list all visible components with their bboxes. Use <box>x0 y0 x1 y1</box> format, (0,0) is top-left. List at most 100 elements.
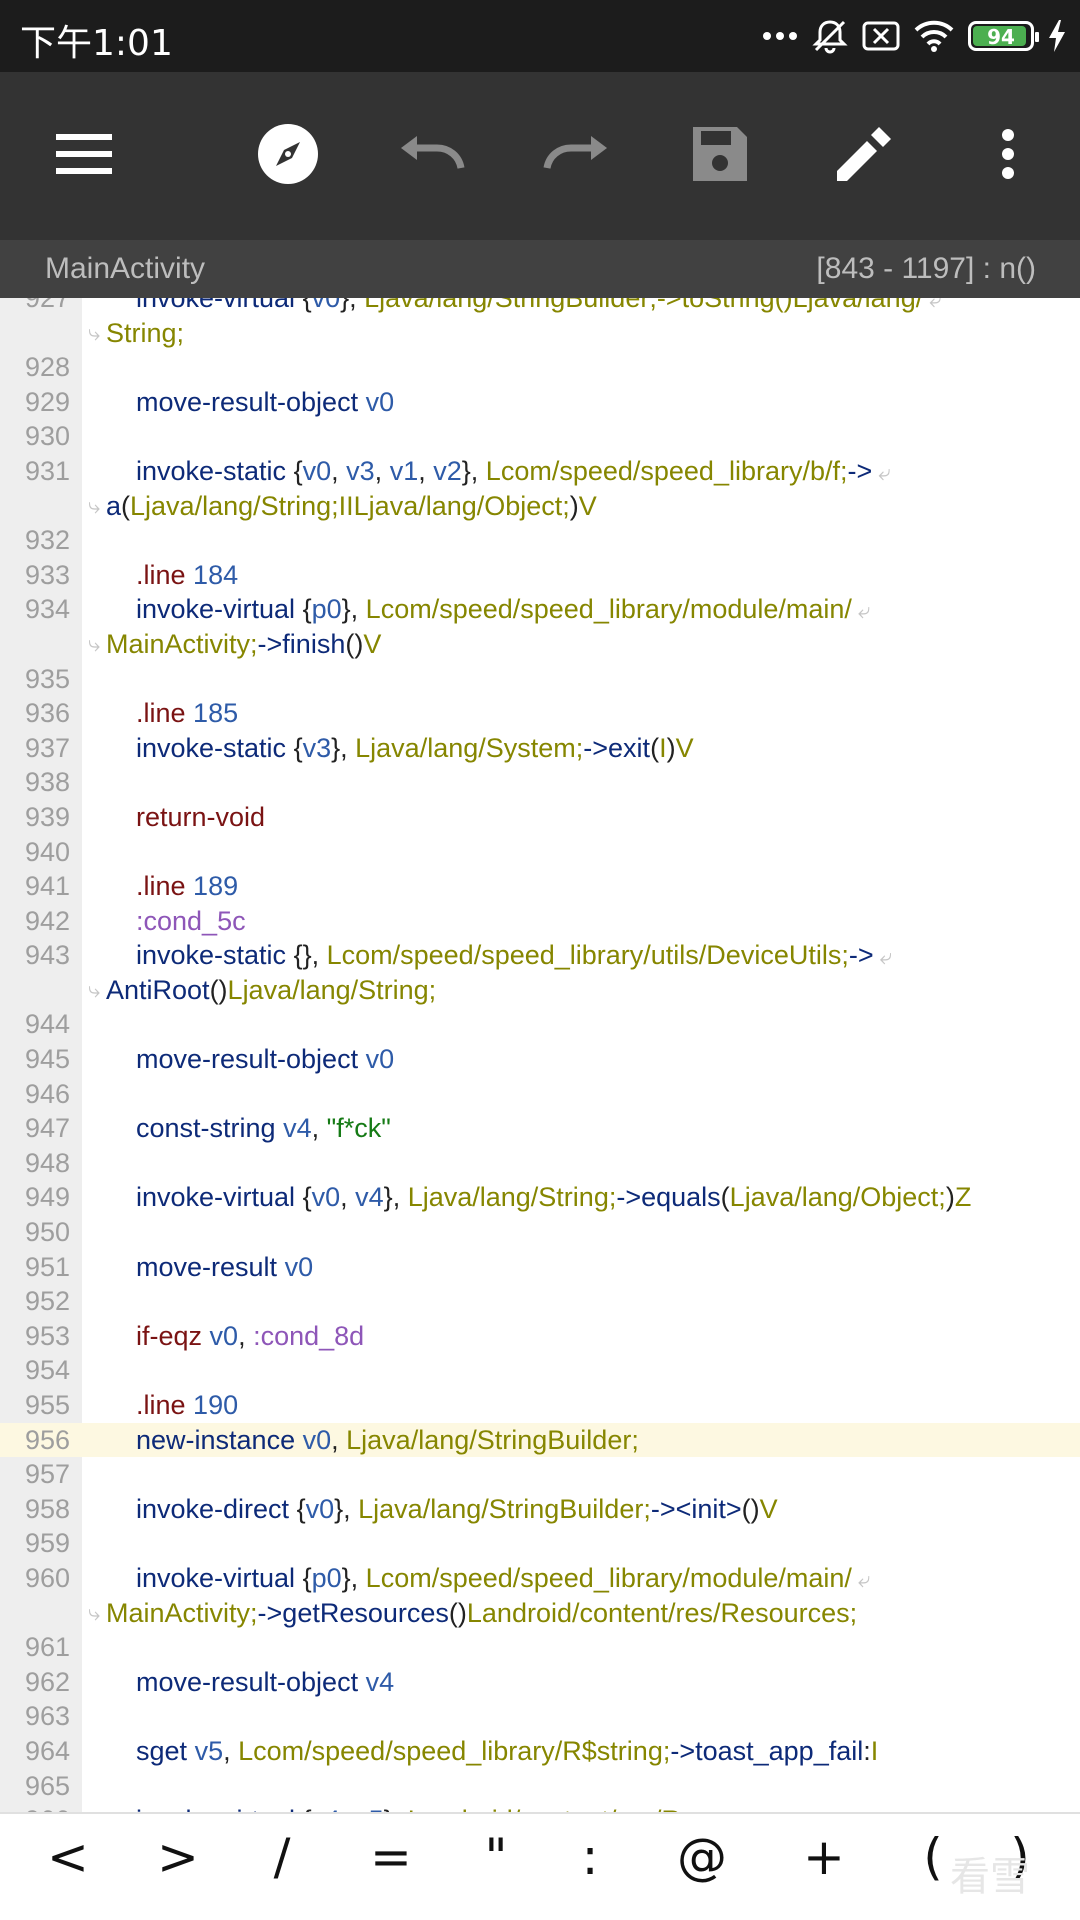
menu-button[interactable] <box>24 72 144 240</box>
code-line[interactable]: 966 invoke-virtual {v4, v5}, Landroid/con… <box>0 1803 1080 1812</box>
code-text: sget v5, Lcom/speed/speed_library/R$stri… <box>136 1734 878 1769</box>
line-number: 927 <box>24 298 70 313</box>
code-token: a <box>106 490 122 521</box>
code-line[interactable]: 949 invoke-virtual {v0, v4}, Ljava/lang/S… <box>0 1180 1080 1215</box>
symbol-key[interactable]: < <box>18 1828 118 1886</box>
symbol-key[interactable]: + <box>774 1828 874 1886</box>
code-token: , <box>418 455 434 486</box>
code-token: -><init> <box>650 1493 742 1524</box>
code-token: Ljava/lang/String; <box>227 974 437 1005</box>
code-line[interactable]: 931 invoke-static {v0, v3, v1, v2}, Lcom/… <box>0 454 1080 489</box>
code-token: Z <box>954 1182 972 1213</box>
more-vert-icon <box>1001 128 1015 185</box>
code-line[interactable]: 942:cond_5c <box>0 904 1080 939</box>
more-options-button[interactable] <box>948 72 1068 240</box>
code-line[interactable]: 940 <box>0 835 1080 870</box>
wifi-icon <box>914 20 954 52</box>
code-token: }, <box>384 1805 408 1812</box>
symbol-key[interactable]: = <box>341 1828 441 1886</box>
code-line[interactable]: 941 .line 189 <box>0 869 1080 904</box>
code-token: v0 <box>311 298 341 313</box>
code-token: }, <box>340 298 365 313</box>
redo-button[interactable] <box>516 72 636 240</box>
code-line[interactable]: 930 <box>0 419 1080 454</box>
edit-button[interactable] <box>804 72 924 240</box>
code-token: p0 <box>311 594 342 625</box>
code-token: invoke-virtual <box>136 594 296 625</box>
code-line[interactable]: 938 <box>0 765 1080 800</box>
line-number: 939 <box>24 801 70 832</box>
code-line[interactable]: 944 <box>0 1007 1080 1042</box>
code-line[interactable]: 937 invoke-static {v3}, Ljava/lang/System… <box>0 731 1080 766</box>
code-line[interactable]: ⤷ MainActivity;->finish()V <box>0 627 1080 662</box>
code-token: v0 <box>284 1251 314 1282</box>
code-token: :cond_5c <box>136 905 246 936</box>
code-line[interactable]: 959 <box>0 1526 1080 1561</box>
file-info-bar: MainActivity [843 - 1197] : n() <box>0 240 1080 298</box>
symbol-key[interactable]: " <box>446 1828 546 1886</box>
code-token: {}, <box>286 940 327 971</box>
code-line[interactable]: 955 .line 190 <box>0 1388 1080 1423</box>
code-token: () <box>209 974 228 1005</box>
code-line[interactable]: ⤷ String; <box>0 316 1080 351</box>
code-line[interactable]: 943 invoke-static {}, Lcom/speed/speed_li… <box>0 938 1080 973</box>
code-line[interactable]: ⤷ MainActivity;->getResources()Landroid/c… <box>0 1596 1080 1631</box>
code-line[interactable]: 965 <box>0 1769 1080 1804</box>
code-token: p0 <box>311 1562 342 1593</box>
code-text: invoke-virtual {v4, v5}, Landroid/conten… <box>136 1803 681 1812</box>
code-line[interactable]: 933 .line 184 <box>0 558 1080 593</box>
navigate-button[interactable] <box>228 72 348 240</box>
code-token: }, <box>341 1562 366 1593</box>
symbol-key[interactable]: / <box>232 1828 332 1886</box>
sim-off-icon <box>862 21 900 51</box>
code-token: ) <box>666 732 676 763</box>
code-line[interactable]: 935 <box>0 662 1080 697</box>
code-token: , <box>331 1424 347 1455</box>
code-line[interactable]: 957 <box>0 1457 1080 1492</box>
code-line[interactable]: 960 invoke-virtual {p0}, Lcom/speed/speed… <box>0 1561 1080 1596</box>
code-line[interactable]: 928 <box>0 350 1080 385</box>
code-line[interactable]: 927 invoke-virtual {v0}, Ljava/lang/Strin… <box>0 298 1080 316</box>
code-editor[interactable]: 927 invoke-virtual {v0}, Ljava/lang/Strin… <box>0 298 1080 1812</box>
symbol-key[interactable]: : <box>540 1828 640 1886</box>
code-line[interactable]: 953 if-eqz v0, :cond_8d <box>0 1319 1080 1354</box>
symbol-key[interactable]: > <box>128 1828 228 1886</box>
code-line[interactable]: 954 <box>0 1353 1080 1388</box>
code-line[interactable]: 961 <box>0 1630 1080 1665</box>
symbol-key[interactable]: @ <box>652 1828 752 1886</box>
code-line[interactable]: 964 sget v5, Lcom/speed/speed_library/R$s… <box>0 1734 1080 1769</box>
code-line[interactable]: ⤷ AntiRoot()Ljava/lang/String; <box>0 973 1080 1008</box>
code-line[interactable]: 963 <box>0 1699 1080 1734</box>
code-line[interactable]: 929 move-result-object v0 <box>0 385 1080 420</box>
code-token: , <box>223 1735 239 1766</box>
code-line[interactable]: 947 const-string v4, "f*ck" <box>0 1111 1080 1146</box>
code-line[interactable]: 936 .line 185 <box>0 696 1080 731</box>
code-text: invoke-virtual {p0}, Lcom/speed/speed_li… <box>136 592 870 629</box>
line-number: 941 <box>24 871 70 902</box>
code-line[interactable]: 951 move-result v0 <box>0 1250 1080 1285</box>
code-line[interactable]: 932 <box>0 523 1080 558</box>
line-number: 947 <box>24 1113 70 1144</box>
code-line[interactable]: 956 new-instance v0, Ljava/lang/StringBui… <box>0 1422 1080 1458</box>
code-line[interactable]: 945 move-result-object v0 <box>0 1042 1080 1077</box>
undo-button[interactable] <box>372 72 492 240</box>
code-line[interactable]: 962 move-result-object v4 <box>0 1665 1080 1700</box>
code-line[interactable]: 939 return-void <box>0 800 1080 835</box>
line-number: 945 <box>24 1044 70 1075</box>
code-line[interactable]: 950 <box>0 1215 1080 1250</box>
code-line[interactable]: 952 <box>0 1284 1080 1319</box>
save-button[interactable] <box>660 72 780 240</box>
code-line[interactable]: 958 invoke-direct {v0}, Ljava/lang/String… <box>0 1492 1080 1527</box>
code-line[interactable]: 946 <box>0 1077 1080 1112</box>
code-line[interactable]: 934 invoke-virtual {p0}, Lcom/speed/speed… <box>0 592 1080 627</box>
code-token: ) <box>945 1182 955 1213</box>
code-token: Ljava/lang/Object; <box>729 1182 946 1213</box>
code-line[interactable]: 948 <box>0 1146 1080 1181</box>
code-token: -> <box>847 455 873 486</box>
code-line[interactable]: ⤷ a(Ljava/lang/String;IILjava/lang/Object… <box>0 489 1080 524</box>
line-number: 950 <box>24 1217 70 1248</box>
line-number: 965 <box>24 1770 70 1801</box>
code-token: V <box>363 628 382 659</box>
